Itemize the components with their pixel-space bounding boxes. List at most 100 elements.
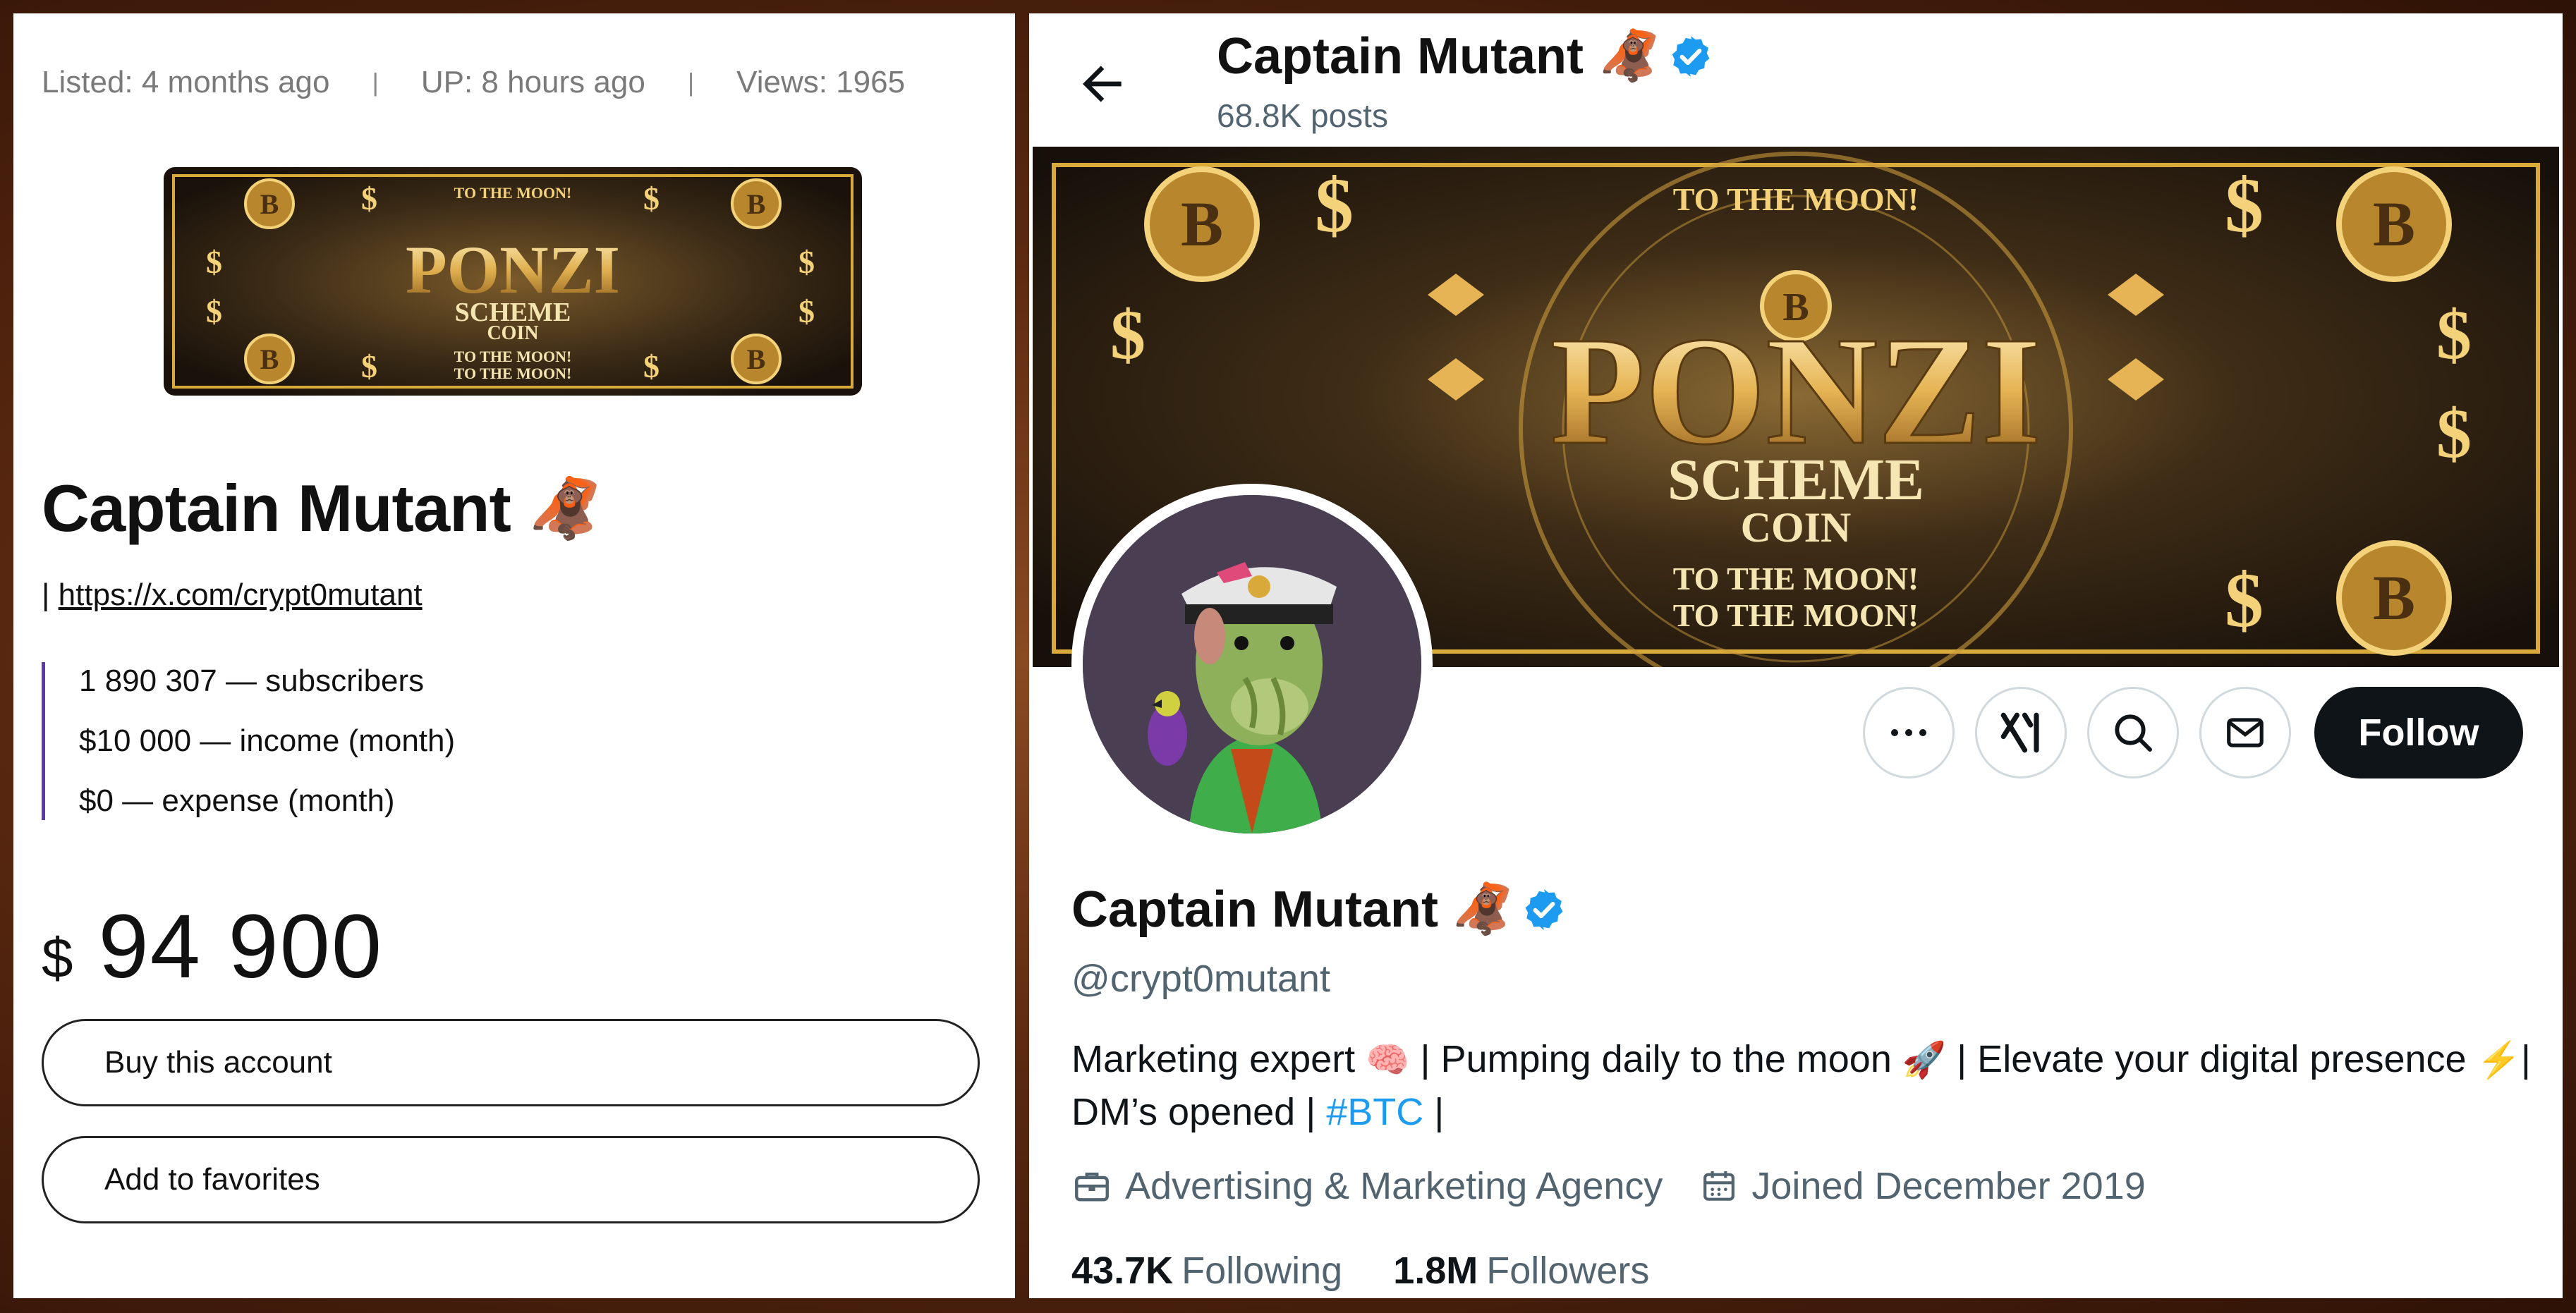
listing-thumbnail: B B B B TO THE MOON! PONZI SCHEME COIN T… bbox=[164, 167, 862, 396]
meta-separator: | bbox=[372, 68, 379, 97]
svg-text:B: B bbox=[2373, 190, 2415, 259]
listing-price: $ 94 900 bbox=[42, 895, 383, 999]
rocket-emoji-icon: 🚀 bbox=[1902, 1040, 1947, 1080]
svg-text:$: $ bbox=[2225, 557, 2264, 643]
verified-badge-icon[interactable] bbox=[1521, 886, 1567, 933]
svg-text:B: B bbox=[2373, 563, 2415, 633]
profile-avatar[interactable] bbox=[1071, 484, 1433, 845]
buy-account-button[interactable]: Buy this account bbox=[42, 1019, 980, 1106]
briefcase-icon bbox=[1075, 1172, 1109, 1202]
posts-count: 68.8K posts bbox=[1217, 97, 1388, 134]
bio-text: | Pumping daily to the moon bbox=[1409, 1038, 1902, 1080]
bio-text: | Elevate your digital presence bbox=[1946, 1038, 2477, 1080]
svg-text:B: B bbox=[747, 343, 766, 375]
svg-text:$: $ bbox=[1110, 295, 1146, 374]
grok-button[interactable] bbox=[1975, 687, 2067, 778]
ape-captain-avatar-icon bbox=[1083, 495, 1421, 833]
account-link[interactable]: https://x.com/crypt0mutant bbox=[59, 578, 423, 612]
category-item: Advertising & Marketing Agency bbox=[1071, 1164, 1663, 1208]
hashtag-link[interactable]: #BTC bbox=[1326, 1091, 1423, 1133]
svg-text:TO THE MOON!: TO THE MOON! bbox=[1673, 181, 1919, 217]
listing-meta: Listed: 4 months ago | UP: 8 hours ago |… bbox=[42, 61, 905, 104]
listed-time: Listed: 4 months ago bbox=[42, 65, 330, 99]
svg-text:$: $ bbox=[2225, 162, 2264, 248]
svg-text:$: $ bbox=[206, 244, 222, 280]
category-text: Advertising & Marketing Agency bbox=[1125, 1165, 1663, 1207]
search-profile-button[interactable] bbox=[2087, 687, 2179, 778]
follow-label: Follow bbox=[2358, 712, 2479, 754]
svg-text:$: $ bbox=[643, 348, 660, 384]
svg-text:$: $ bbox=[361, 348, 377, 384]
followers-count: 1.8M bbox=[1393, 1250, 1478, 1292]
link-prefix: | bbox=[42, 578, 50, 612]
more-icon bbox=[1891, 729, 1926, 736]
svg-text:TO THE MOON!: TO THE MOON! bbox=[454, 365, 572, 382]
bio-text: Marketing expert bbox=[1071, 1038, 1366, 1080]
verified-badge-icon bbox=[1672, 36, 1710, 77]
listing-panel: Listed: 4 months ago | UP: 8 hours ago |… bbox=[13, 13, 1015, 1298]
follow-counts: 43.7K Following 1.8M Followers bbox=[1071, 1249, 1700, 1293]
stat-income: $10 000 — income (month) bbox=[79, 723, 456, 758]
svg-text:PONZI: PONZI bbox=[406, 232, 620, 307]
svg-text:$: $ bbox=[361, 181, 377, 216]
profile-panel: Captain Mutant 🦧 68.8K posts B B B B TO … bbox=[1029, 13, 2563, 1298]
svg-text:TO THE MOON!: TO THE MOON! bbox=[1673, 561, 1919, 597]
banner-thumbnail-image: B B B B TO THE MOON! PONZI SCHEME COIN T… bbox=[164, 167, 862, 396]
account-link-row: | https://x.com/crypt0mutant bbox=[42, 578, 423, 613]
svg-text:B: B bbox=[260, 343, 279, 375]
joined-text: Joined December 2019 bbox=[1751, 1165, 2146, 1207]
message-button[interactable] bbox=[2199, 687, 2291, 778]
svg-text:B: B bbox=[1181, 190, 1223, 259]
header-name-text: Captain Mutant bbox=[1217, 28, 1584, 85]
stat-subscribers: 1 890 307 — subscribers bbox=[79, 664, 425, 698]
profile-name-text: Captain Mutant bbox=[1071, 881, 1438, 938]
svg-text:$: $ bbox=[206, 293, 222, 329]
price-amount: 94 900 bbox=[98, 896, 383, 997]
listing-stats: 1 890 307 — subscribers $10 000 — income… bbox=[42, 662, 455, 820]
profile-meta: Advertising & Marketing Agency Joined De… bbox=[1071, 1164, 2182, 1208]
add-to-favorites-label: Add to favorites bbox=[104, 1162, 320, 1197]
back-button[interactable] bbox=[1074, 56, 1131, 112]
followers-label: Followers bbox=[1486, 1250, 1650, 1292]
profile-handle: @crypt0mutant bbox=[1071, 958, 1330, 1000]
listing-account-name: Captain Mutant 🦧 bbox=[42, 470, 602, 546]
mail-icon bbox=[2227, 718, 2264, 747]
svg-text:B: B bbox=[747, 188, 766, 220]
listing-name-text: Captain Mutant bbox=[42, 471, 511, 545]
svg-text:TO THE MOON!: TO THE MOON! bbox=[454, 184, 572, 202]
svg-text:$: $ bbox=[1315, 162, 1354, 248]
svg-text:TO THE MOON!: TO THE MOON! bbox=[1673, 597, 1919, 633]
svg-text:$: $ bbox=[798, 293, 815, 329]
followers-link[interactable]: 1.8M Followers bbox=[1393, 1249, 1649, 1293]
svg-text:COIN: COIN bbox=[1741, 504, 1852, 551]
calendar-icon bbox=[1703, 1171, 1735, 1201]
svg-text:$: $ bbox=[2436, 394, 2472, 472]
following-link[interactable]: 43.7K Following bbox=[1071, 1249, 1342, 1293]
profile-name: Captain Mutant 🦧 bbox=[1071, 881, 1567, 939]
more-button[interactable] bbox=[1863, 687, 1955, 778]
add-to-favorites-button[interactable]: Add to favorites bbox=[42, 1136, 980, 1223]
bio-text: | bbox=[1423, 1091, 1445, 1133]
svg-text:$: $ bbox=[798, 244, 815, 280]
svg-text:SCHEME: SCHEME bbox=[1667, 447, 1924, 513]
buy-account-label: Buy this account bbox=[104, 1045, 332, 1080]
avatar-image bbox=[1083, 495, 1421, 833]
search-icon bbox=[2115, 714, 2152, 752]
updated-time: UP: 8 hours ago bbox=[420, 65, 645, 99]
orangutan-emoji-icon: 🦧 bbox=[1598, 28, 1661, 83]
svg-text:COIN: COIN bbox=[487, 322, 538, 344]
stat-expense: $0 — expense (month) bbox=[79, 783, 395, 818]
views-count: Views: 1965 bbox=[736, 65, 906, 99]
joined-item: Joined December 2019 bbox=[1699, 1164, 2146, 1208]
follow-button[interactable]: Follow bbox=[2314, 687, 2523, 778]
svg-text:$: $ bbox=[2436, 295, 2472, 374]
following-count: 43.7K bbox=[1071, 1250, 1174, 1292]
svg-text:TO THE MOON!: TO THE MOON! bbox=[454, 348, 572, 365]
grok-icon bbox=[2000, 712, 2039, 753]
brain-emoji-icon: 🧠 bbox=[1366, 1040, 1410, 1080]
profile-bio: Marketing expert 🧠 | Pumping daily to th… bbox=[1071, 1033, 2539, 1138]
svg-text:B: B bbox=[260, 188, 279, 220]
meta-separator: | bbox=[687, 68, 695, 97]
following-label: Following bbox=[1181, 1250, 1343, 1292]
lightning-emoji-icon: ⚡ bbox=[2477, 1040, 2521, 1080]
